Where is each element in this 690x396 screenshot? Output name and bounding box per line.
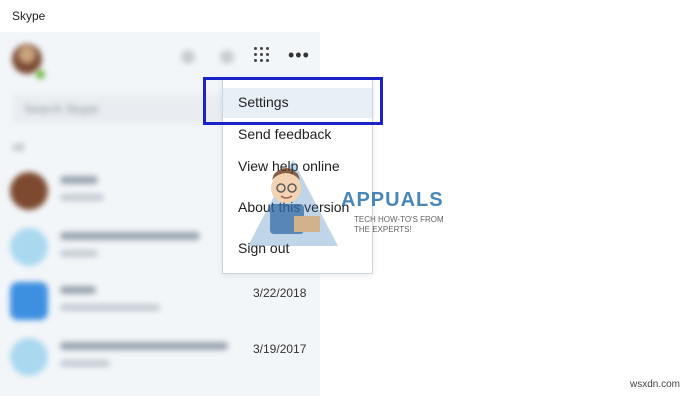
call-icon[interactable] [181,50,195,64]
window-title: Skype [12,9,46,23]
watermark-brand: APPUALS [341,189,444,211]
presence-status-icon [34,68,47,81]
chat-date: 3/22/2018 [253,286,307,300]
chat-preview-placeholder [60,194,104,201]
menu-item-label: Send feedback [238,126,332,142]
settings-highlight-box [203,77,383,125]
chat-list-item[interactable]: 3/22/2018 [0,272,320,330]
new-chat-icon[interactable] [220,50,234,64]
search-placeholder: Search Skype [24,102,99,116]
chat-name-placeholder [60,286,96,294]
dialpad-icon[interactable] [254,47,270,63]
site-credit: wsxdn.com [629,379,680,390]
title-bar: Skype [0,0,690,32]
chat-list-item[interactable]: 3/19/2017 [0,328,320,386]
chat-name-placeholder [60,176,98,184]
watermark-tagline: TECH HOW-TO'S FROM THE EXPERTS! [354,215,444,234]
more-options-icon[interactable]: ••• [288,46,310,64]
chat-avatar [10,172,48,210]
chat-preview-placeholder [60,250,98,257]
appuals-watermark: APPUALS TECH HOW-TO'S FROM THE EXPERTS! [248,160,448,246]
chat-filter[interactable]: All [12,142,24,154]
chat-avatar [10,228,48,266]
chat-name-placeholder [60,232,200,240]
chat-avatar [10,282,48,320]
chat-preview-placeholder [60,304,160,311]
chat-name-placeholder [60,342,228,350]
mascot-icon [248,160,338,246]
chat-preview-placeholder [60,360,110,367]
chat-date: 3/19/2017 [253,342,307,356]
chat-avatar [10,338,48,376]
